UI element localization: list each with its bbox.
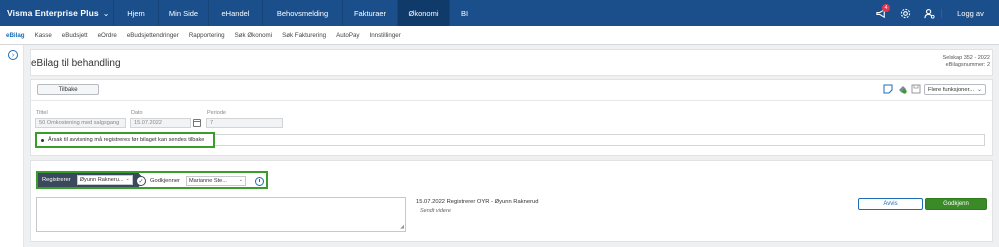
- nav-bi[interactable]: BI: [449, 0, 479, 26]
- subnav-eordre[interactable]: eOrdre: [98, 32, 117, 39]
- subnav-sok-fakturering[interactable]: Søk Fakturering: [282, 32, 326, 39]
- subnav-ebudsjett[interactable]: eBudsjett: [62, 32, 88, 39]
- brand-menu[interactable]: Visma Enterprise Plus ⌄: [0, 0, 113, 26]
- approve-user-select[interactable]: Marianne Ste... ⌄: [185, 176, 246, 186]
- chevron-down-icon: ⌄: [125, 176, 130, 182]
- attachment-stack-icon[interactable]: [897, 84, 907, 94]
- validation-message: Årsak til avvisning må registreres før b…: [35, 132, 215, 148]
- check-icon: ✓: [136, 176, 146, 186]
- logout-button[interactable]: Logg av: [941, 8, 999, 18]
- nav-hjem[interactable]: Hjem: [113, 0, 158, 26]
- brand-name: Visma Enterprise Plus: [7, 8, 99, 18]
- page-title: eBilag til behandling: [31, 58, 121, 69]
- register-user-select[interactable]: Øyunn Rakneru... ⌄: [76, 175, 133, 185]
- period-label: Periode: [207, 110, 226, 116]
- reject-button[interactable]: Avvis: [858, 198, 923, 210]
- approve-user: Marianne Ste...: [188, 178, 227, 184]
- calendar-icon[interactable]: [193, 119, 201, 127]
- gear-icon: [900, 8, 910, 18]
- alarm-clock-icon[interactable]: [255, 177, 264, 186]
- company-name: Selskap 352 - 2022: [942, 55, 990, 61]
- expand-panel-icon[interactable]: ›: [8, 50, 18, 60]
- register-label: Registrerer: [42, 177, 71, 183]
- approve-label: Godkjenner: [150, 178, 180, 184]
- voucher-number: eBilagsnummer: 2: [945, 62, 990, 68]
- validation-text: Årsak til avvisning må registreres før b…: [48, 137, 205, 143]
- settings-button[interactable]: [893, 0, 917, 26]
- subnav-kasse[interactable]: Kasse: [35, 32, 52, 39]
- approve-button[interactable]: Godkjenn: [925, 198, 987, 210]
- top-bar: Visma Enterprise Plus ⌄ Hjem Min Side eH…: [0, 0, 999, 26]
- subnav-ebudsjettendringer[interactable]: eBudsjettendringer: [127, 32, 179, 39]
- nav-fakturaer[interactable]: Fakturaer: [342, 0, 397, 26]
- chevron-down-icon: ⌄: [102, 8, 110, 18]
- side-panel: [0, 45, 24, 247]
- title-label: Tittel: [36, 110, 48, 116]
- more-functions-select[interactable]: Flere funksjoner... ⌄: [924, 84, 986, 95]
- log-status: Sendt videre: [420, 208, 451, 214]
- save-icon[interactable]: [911, 84, 921, 94]
- resize-handle-icon[interactable]: ◢: [400, 225, 404, 230]
- log-entry: 15.07.2022 Registrerer OYR - Øyunn Rakne…: [416, 199, 539, 205]
- note-icon[interactable]: [883, 84, 893, 94]
- date-label: Dato: [131, 110, 143, 116]
- date-field[interactable]: 15.07.2022: [130, 118, 191, 128]
- divider: [31, 100, 992, 101]
- nav-okonomi[interactable]: Økonomi: [397, 0, 449, 26]
- nav-behovsmelding[interactable]: Behovsmelding: [262, 0, 342, 26]
- subnav-innstillinger[interactable]: Innstillinger: [369, 32, 400, 39]
- comment-textarea[interactable]: ◢: [36, 197, 406, 232]
- chevron-down-icon: ⌄: [238, 177, 243, 183]
- sub-nav: eBilag Kasse eBudsjett eOrdre eBudsjette…: [0, 26, 999, 45]
- company-info: Selskap 352 - 2022 eBilagsnummer: 2: [943, 55, 990, 69]
- header-panel: [30, 49, 993, 76]
- top-right-tools: 4 Logg av: [869, 0, 999, 26]
- notification-badge: 4: [882, 4, 890, 12]
- rejection-reason-input[interactable]: [215, 134, 985, 146]
- user-settings-button[interactable]: [917, 0, 941, 26]
- subnav-autopay[interactable]: AutoPay: [336, 32, 359, 39]
- user-gear-icon: [923, 8, 935, 19]
- register-user: Øyunn Rakneru...: [79, 177, 124, 183]
- workflow-step-register: Registrerer Øyunn Rakneru... ⌄: [38, 173, 145, 187]
- nav-ehandel[interactable]: eHandel: [208, 0, 262, 26]
- subnav-rapportering[interactable]: Rapportering: [189, 32, 225, 39]
- back-button[interactable]: Tilbake: [37, 84, 99, 95]
- more-functions-label: Flere funksjoner...: [928, 86, 975, 93]
- chevron-down-icon: ⌄: [976, 87, 982, 93]
- period-field[interactable]: 7: [206, 118, 283, 128]
- bullet-icon: [41, 138, 44, 142]
- subnav-sok-okonomi[interactable]: Søk Økonomi: [235, 32, 272, 39]
- nav-min-side[interactable]: Min Side: [158, 0, 208, 26]
- notifications-button[interactable]: 4: [869, 0, 893, 26]
- title-field[interactable]: 50 Omkostening med salgsgang: [35, 118, 126, 128]
- main-nav: Hjem Min Side eHandel Behovsmelding Fakt…: [113, 0, 479, 26]
- workflow-step-approve: Godkjenner Marianne Ste... ⌄: [150, 175, 246, 187]
- subnav-ebilag[interactable]: eBilag: [6, 32, 25, 39]
